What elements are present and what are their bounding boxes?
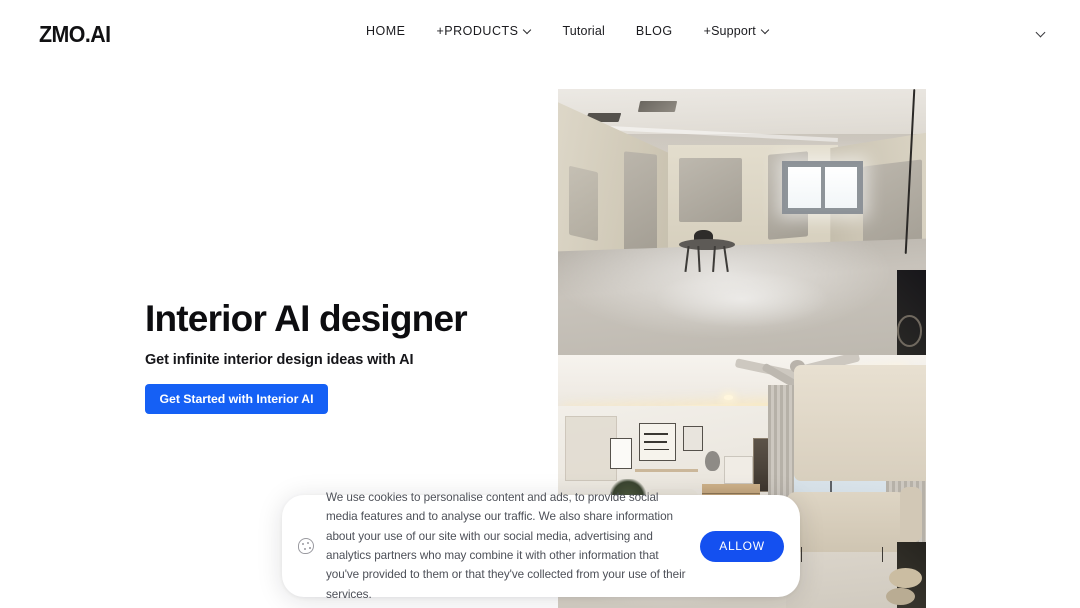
- stool-leg: [711, 246, 716, 273]
- console-unit: [723, 456, 754, 485]
- nav-label-tutorial: Tutorial: [562, 24, 605, 38]
- chevron-down-icon: [524, 27, 531, 34]
- stool-leg: [684, 246, 690, 273]
- before-room-image: [558, 89, 926, 355]
- framed-art: [683, 425, 704, 452]
- wall-patch: [569, 165, 599, 242]
- downlight: [723, 395, 733, 400]
- sofa-leg: [800, 547, 803, 563]
- language-chevron-down-icon[interactable]: [1035, 27, 1049, 41]
- nav-label-support: +Support: [703, 24, 756, 38]
- stool-leg: [697, 246, 702, 273]
- decor-vase: [705, 451, 720, 472]
- nav-item-tutorial[interactable]: Tutorial: [562, 24, 604, 38]
- cookie-consent-message: We use cookies to personalise content an…: [326, 490, 686, 601]
- framed-art: [609, 438, 632, 469]
- nav-item-support[interactable]: +Support: [704, 24, 769, 38]
- cable-coil: [896, 315, 923, 348]
- art-text-line: [644, 433, 669, 436]
- floor-highlight: [653, 269, 831, 329]
- sofa: [786, 491, 912, 553]
- cookie-icon: [298, 538, 314, 554]
- hero-copy: Interior AI designer Get infinite interi…: [145, 296, 468, 368]
- stool-leg: [722, 246, 729, 273]
- chevron-down-icon: [762, 27, 769, 34]
- hero-subtitle: Get infinite interior design ideas with …: [145, 352, 414, 368]
- wall-patch: [679, 158, 742, 222]
- sofa-arm: [900, 486, 923, 543]
- sofa-cushion: [881, 365, 926, 482]
- wall-shelf: [635, 468, 698, 473]
- art-text-line: [644, 441, 667, 443]
- nav-item-products[interactable]: +PRODUCTS: [437, 24, 532, 38]
- side-table: [889, 567, 923, 588]
- nav-label-home: HOME: [366, 24, 406, 38]
- site-logo[interactable]: ZMO.AI: [39, 21, 111, 48]
- site-header: ZMO.AI HOME +PRODUCTS Tutorial BLOG +Sup…: [0, 0, 1080, 67]
- page-title: Interior AI designer: [145, 298, 468, 339]
- cookie-consent-banner: We use cookies to personalise content an…: [282, 491, 800, 601]
- nav-item-home[interactable]: HOME: [366, 24, 406, 38]
- nav-item-blog[interactable]: BLOG: [636, 24, 673, 38]
- sofa-leg: [881, 547, 884, 563]
- wall-patch: [624, 151, 658, 261]
- page-root: ZMO.AI HOME +PRODUCTS Tutorial BLOG +Sup…: [0, 0, 1080, 608]
- allow-cookies-button[interactable]: ALLOW: [700, 530, 784, 562]
- window: [782, 160, 864, 214]
- get-started-button[interactable]: Get Started with Interior AI: [145, 384, 328, 414]
- main-navigation: HOME +PRODUCTS Tutorial BLOG +Support: [366, 24, 769, 38]
- nav-label-blog: BLOG: [635, 24, 673, 38]
- stool: [679, 229, 735, 273]
- ceiling-opening: [637, 100, 677, 113]
- nav-label-products: +PRODUCTS: [436, 24, 519, 38]
- art-text-line: [644, 448, 670, 451]
